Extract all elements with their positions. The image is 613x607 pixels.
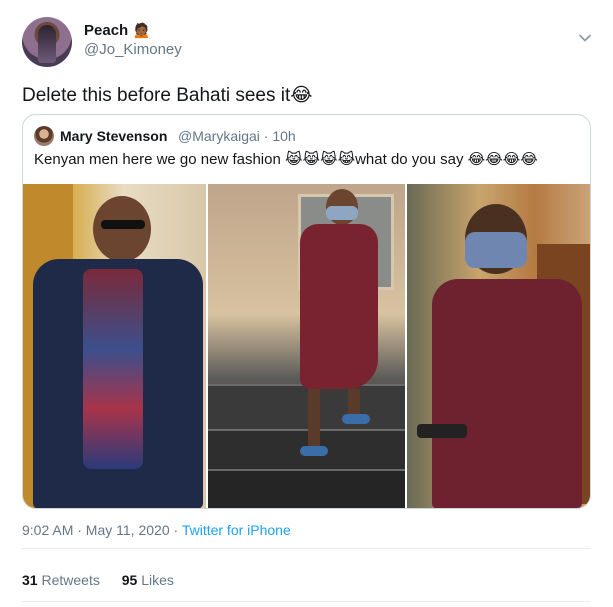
quoted-tweet[interactable]: Mary Stevenson @Marykaigai · 10h Kenyan … [22,114,591,509]
source-link[interactable]: Twitter for iPhone [182,522,291,538]
display-name-text: Peach [84,22,129,39]
retweets-stat[interactable]: 31 Retweets [22,572,104,588]
timestamp-text[interactable]: 9:02 AM · May 11, 2020 [22,522,170,538]
engagement-stats: 31 Retweets 95 Likes [22,572,192,588]
likes-count: 95 [121,572,138,588]
quoted-text: Kenyan men here we go new fashion 😹😹😹😹wh… [34,151,538,168]
photo-2[interactable] [208,184,405,508]
quoted-handle-time: @Marykaigai · 10h [178,128,296,144]
tweet: Peach 🙍🏾 @Jo_Kimoney Delete this before … [0,0,613,607]
user-handle[interactable]: @Jo_Kimoney [84,41,182,58]
likes-label: Likes [141,572,174,588]
quoted-avatar[interactable] [34,126,54,146]
photo-1[interactable] [23,184,206,508]
tweet-text: Delete this before Bahati sees it😂 [22,85,313,106]
chevron-down-icon[interactable] [577,30,593,46]
quoted-display-name[interactable]: Mary Stevenson [60,128,167,144]
divider-top [22,548,591,549]
likes-stat[interactable]: 95 Likes [122,572,174,588]
avatar[interactable] [22,17,72,67]
divider-bottom [22,601,591,602]
tweet-timestamp: 9:02 AM · May 11, 2020 · Twitter for iPh… [22,522,291,538]
display-name-emoji: 🙍🏾 [132,22,152,39]
timestamp-separator: · [169,522,182,538]
photo-3[interactable] [407,184,590,508]
photo-grid [23,184,590,508]
retweets-label: Retweets [41,572,100,588]
display-name[interactable]: Peach 🙍🏾 [84,21,151,39]
retweets-count: 31 [22,572,38,588]
